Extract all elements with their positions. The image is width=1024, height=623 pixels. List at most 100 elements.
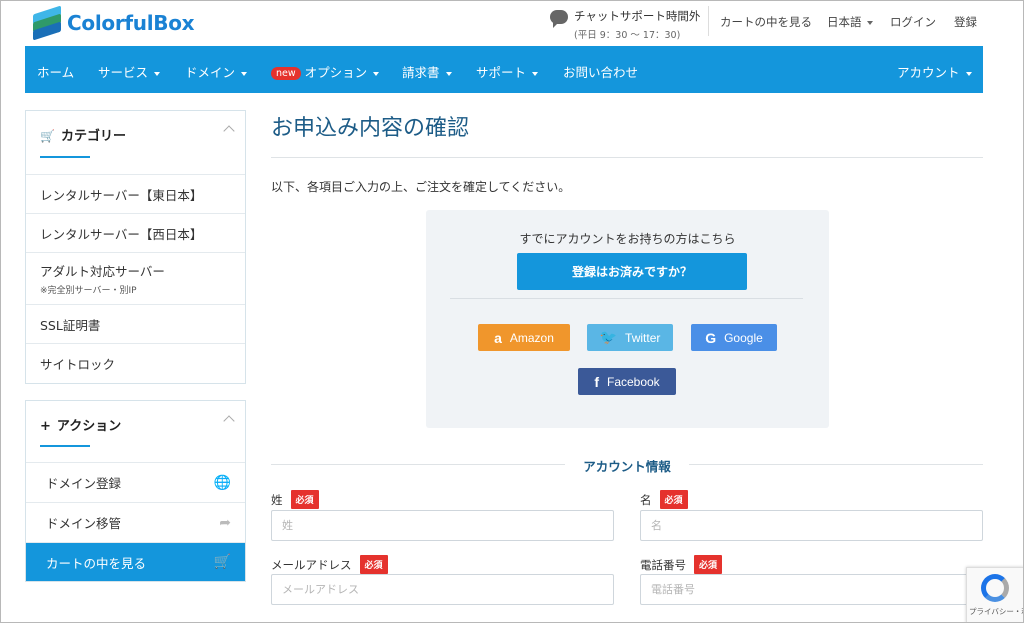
sidebar-item-ssl[interactable]: SSL証明書 (26, 305, 245, 344)
recaptcha-icon (981, 574, 1009, 602)
chevron-up-icon[interactable] (223, 415, 235, 427)
action-panel-header[interactable]: + アクション (26, 401, 245, 463)
sidebar-item-label: ドメイン登録 (46, 476, 122, 491)
login-divider (450, 298, 803, 299)
required-badge: 必須 (359, 555, 388, 574)
nav-account-label: アカウント (897, 65, 960, 80)
page-title: お申込み内容の確認 (271, 116, 470, 141)
nav-contact[interactable]: お問い合わせ (563, 62, 638, 81)
google-icon: G (705, 329, 717, 346)
sidebar-item-label: ドメイン移管 (46, 516, 122, 531)
sidebar-item-label: SSL証明書 (40, 317, 101, 333)
sidebar-item-label: レンタルサーバー【東日本】 (40, 187, 203, 203)
nav-account[interactable]: アカウント (897, 62, 972, 81)
chat-title: チャットサポート時間外 (574, 9, 701, 23)
chevron-down-icon (445, 71, 452, 76)
language-label: 日本語 (827, 15, 862, 29)
nav-invoices[interactable]: 請求書 (402, 62, 452, 81)
first-name-input[interactable] (640, 510, 983, 541)
nav-services-label: サービス (98, 65, 149, 80)
nav-support[interactable]: サポート (476, 62, 539, 81)
amazon-icon: a (494, 329, 502, 346)
plus-icon: + (40, 419, 51, 434)
recaptcha-badge[interactable]: プライバシー・利用規約 (966, 567, 1024, 623)
login-link[interactable]: ログイン (890, 14, 936, 30)
sidebar-action-view-cart[interactable]: カートの中を見る 🛒 (26, 543, 245, 581)
sidebar-item-sitelock[interactable]: サイトロック (26, 344, 245, 383)
twitter-login-button[interactable]: 🐦 Twitter (587, 324, 673, 351)
facebook-icon: f (594, 373, 599, 390)
sidebar-item-rental-west[interactable]: レンタルサーバー【西日本】 (26, 214, 245, 253)
sidebar-action-domain-register[interactable]: ドメイン登録 🌐 (26, 463, 245, 503)
existing-account-box: すでにアカウントをお持ちの方はこちら 登録はお済みですか？ a Amazon 🐦 T… (426, 210, 829, 428)
field-label-text: メールアドレス (271, 557, 352, 572)
header-divider (708, 6, 709, 36)
chat-bubble-icon (550, 10, 568, 28)
nav-options-label: オプション (304, 65, 368, 80)
title-divider (271, 157, 983, 158)
email-input[interactable] (271, 574, 614, 605)
nav-home[interactable]: ホーム (37, 62, 74, 81)
panel-underline (40, 156, 90, 158)
required-badge: 必須 (659, 490, 688, 509)
first-name-label: 名 必須 (640, 490, 688, 509)
account-info-heading: アカウント情報 (271, 456, 983, 474)
nav-domain-label: ドメイン (185, 65, 236, 80)
action-title: + アクション (40, 415, 121, 434)
chevron-down-icon (866, 20, 873, 25)
phone-input[interactable] (640, 574, 983, 605)
twitter-label: Twitter (625, 330, 661, 345)
login-button[interactable]: 登録はお済みですか？ (517, 253, 747, 290)
google-label: Google (724, 330, 763, 345)
phone-label: 電話番号 必須 (640, 555, 723, 574)
sidebar-item-label: アダルト対応サーバー (40, 264, 165, 279)
category-panel: 🛒 カテゴリー レンタルサーバー【東日本】 レンタルサーバー【西日本】 アダルト対… (25, 110, 246, 384)
language-selector[interactable]: 日本語 (827, 14, 873, 30)
register-link[interactable]: 登録 (954, 14, 977, 30)
category-title: 🛒 カテゴリー (40, 125, 126, 144)
email-label: メールアドレス 必須 (271, 555, 388, 574)
chevron-down-icon (532, 71, 539, 76)
new-badge: new (271, 67, 301, 80)
main-nav: ホーム サービス ドメイン new オプション 請求書 サポート お問い合わせ ア… (25, 46, 983, 93)
chevron-down-icon (154, 71, 161, 76)
chevron-down-icon (241, 71, 248, 76)
action-title-text: アクション (56, 419, 122, 434)
nav-domain[interactable]: ドメイン (185, 62, 248, 81)
amazon-login-button[interactable]: a Amazon (478, 324, 570, 351)
last-name-input[interactable] (271, 510, 614, 541)
nav-options[interactable]: new オプション (271, 62, 380, 81)
category-title-text: カテゴリー (60, 129, 126, 144)
section-title: アカウント情報 (583, 459, 671, 474)
chat-support-status[interactable]: チャットサポート時間外 (平日 9：30 〜 17：30) (550, 8, 700, 41)
logo[interactable]: ColorfulBox (33, 5, 195, 41)
facebook-label: Facebook (606, 374, 660, 389)
category-panel-header[interactable]: 🛒 カテゴリー (26, 111, 245, 175)
header-cart-link[interactable]: カートの中を見る (720, 14, 812, 30)
main-content: お申込み内容の確認 以下、各項目ご入力の上、ご注文を確定してください。 すでにア… (271, 110, 983, 605)
sidebar-item-sublabel: ※完全別サーバー・別IP (40, 286, 137, 296)
cart-icon: 🛒 (213, 554, 231, 570)
required-badge: 必須 (290, 490, 319, 509)
logo-icon (33, 5, 61, 41)
nav-invoices-label: 請求書 (402, 65, 440, 80)
nav-services[interactable]: サービス (98, 62, 161, 81)
chevron-down-icon (373, 71, 380, 76)
facebook-login-button[interactable]: f Facebook (578, 368, 676, 395)
logo-text: ColorfulBox (67, 11, 195, 35)
field-label-text: 姓 (271, 492, 283, 507)
top-header: ColorfulBox チャットサポート時間外 (平日 9：30 〜 17：30… (25, 0, 983, 46)
last-name-label: 姓 必須 (271, 490, 319, 509)
intro-text: 以下、各項目ご入力の上、ご注文を確定してください。 (271, 180, 571, 194)
google-login-button[interactable]: G Google (691, 324, 777, 351)
field-label-text: 電話番号 (640, 557, 686, 572)
amazon-label: Amazon (509, 330, 554, 345)
section-line-right (689, 464, 983, 465)
chevron-up-icon[interactable] (223, 125, 235, 137)
sidebar-item-adult-server[interactable]: アダルト対応サーバー ※完全別サーバー・別IP (26, 253, 245, 305)
recaptcha-text: プライバシー・利用規約 (969, 607, 1024, 616)
required-badge: 必須 (694, 555, 723, 574)
sidebar-action-domain-transfer[interactable]: ドメイン移管 ➦ (26, 503, 245, 543)
panel-underline (40, 445, 90, 447)
sidebar-item-rental-east[interactable]: レンタルサーバー【東日本】 (26, 175, 245, 214)
